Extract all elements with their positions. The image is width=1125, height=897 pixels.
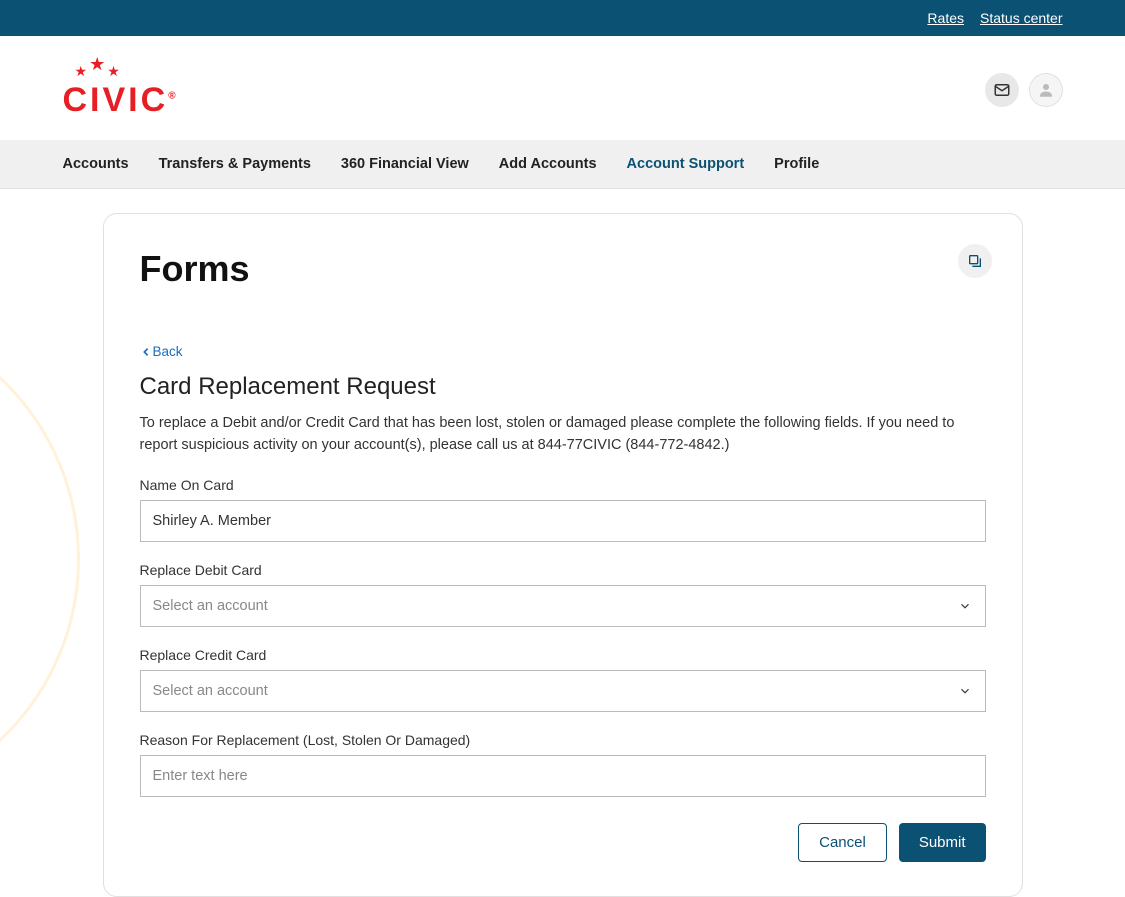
form-description: To replace a Debit and/or Credit Card th… — [140, 413, 986, 457]
rates-link[interactable]: Rates — [927, 10, 964, 26]
nav-add-accounts[interactable]: Add Accounts — [499, 140, 597, 188]
replace-credit-label: Replace Credit Card — [140, 647, 986, 663]
nav-account-support[interactable]: Account Support — [627, 140, 745, 188]
back-link[interactable]: Back — [142, 344, 183, 359]
nav-financial-view[interactable]: 360 Financial View — [341, 140, 469, 188]
cancel-button[interactable]: Cancel — [798, 823, 887, 862]
header: ★★★ CIVIC® — [0, 36, 1125, 140]
nav-accounts[interactable]: Accounts — [63, 140, 129, 188]
submit-button[interactable]: Submit — [899, 823, 986, 862]
name-on-card-label: Name On Card — [140, 477, 986, 493]
form-subtitle: Card Replacement Request — [140, 373, 986, 401]
profile-icon[interactable] — [1029, 73, 1063, 107]
nav-profile[interactable]: Profile — [774, 140, 819, 188]
logo[interactable]: ★★★ CIVIC® — [63, 60, 203, 120]
replace-debit-label: Replace Debit Card — [140, 562, 986, 578]
messages-icon[interactable] — [985, 73, 1019, 107]
status-center-link[interactable]: Status center — [980, 10, 1063, 26]
reason-label: Reason For Replacement (Lost, Stolen Or … — [140, 732, 986, 748]
print-button[interactable] — [958, 244, 992, 278]
replace-debit-select[interactable] — [140, 585, 986, 627]
forms-card: Forms Back Card Replacement Request To r… — [103, 213, 1023, 897]
name-on-card-input[interactable] — [140, 500, 986, 542]
top-bar: Rates Status center — [0, 0, 1125, 36]
nav-transfers[interactable]: Transfers & Payments — [159, 140, 311, 188]
main-nav: Accounts Transfers & Payments 360 Financ… — [0, 140, 1125, 189]
replace-credit-select[interactable] — [140, 670, 986, 712]
reason-input[interactable] — [140, 755, 986, 797]
page-title: Forms — [140, 248, 986, 290]
